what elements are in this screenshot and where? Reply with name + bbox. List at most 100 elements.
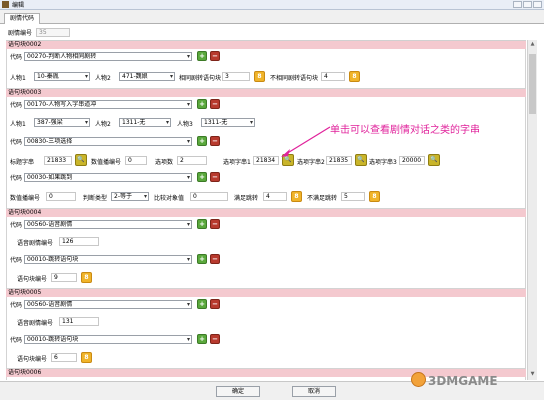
code-block: 代码 00270-判断人物相同剧转 + − 人物1 10-秦胤 人物2 471-… bbox=[6, 49, 526, 89]
var-label: 数值播编号 bbox=[91, 159, 122, 166]
link-icon[interactable]: 8 bbox=[81, 352, 92, 363]
char2-label: 人物2 bbox=[95, 75, 111, 82]
block-header: 语句块0005 bbox=[6, 289, 526, 297]
annotation-arrow bbox=[281, 126, 331, 157]
add-icon[interactable]: + bbox=[197, 51, 207, 61]
option3-label: 选项字串3 bbox=[369, 159, 397, 166]
char2-select[interactable]: 471-魏娘 bbox=[119, 72, 175, 81]
delete-icon[interactable]: − bbox=[210, 172, 220, 182]
option-count-label: 选项数 bbox=[155, 159, 174, 166]
scroll-up-icon[interactable]: ▲ bbox=[529, 41, 536, 48]
delete-icon[interactable]: − bbox=[210, 136, 220, 146]
add-icon[interactable]: + bbox=[197, 136, 207, 146]
compare-value-input[interactable]: 0 bbox=[190, 192, 228, 201]
code-select[interactable]: 00560-语音剧情 bbox=[24, 220, 192, 229]
same-jump-input[interactable]: 3 bbox=[222, 72, 250, 81]
code-label: 代码 bbox=[10, 222, 23, 229]
notmeet-jump-label: 不满足跳转 bbox=[307, 195, 338, 202]
delete-icon[interactable]: − bbox=[210, 219, 220, 229]
add-icon[interactable]: + bbox=[197, 299, 207, 309]
option-count-input[interactable]: 2 bbox=[177, 156, 207, 165]
add-icon[interactable]: + bbox=[197, 172, 207, 182]
plot-id-field: 剧情编号 35 bbox=[8, 28, 71, 37]
code-select[interactable]: 00010-跳转语句块 bbox=[24, 255, 192, 264]
maximize-button[interactable] bbox=[523, 1, 532, 8]
add-icon[interactable]: + bbox=[197, 99, 207, 109]
link-icon[interactable]: 8 bbox=[254, 71, 265, 82]
link-icon[interactable]: 8 bbox=[291, 191, 302, 202]
delete-icon[interactable]: − bbox=[210, 334, 220, 344]
char2-label: 人物2 bbox=[95, 121, 111, 128]
vertical-scrollbar[interactable]: ▲ ▼ bbox=[527, 40, 537, 380]
code-select[interactable]: 00170-人物写入字串道冲 bbox=[24, 100, 192, 109]
arrow-line bbox=[285, 126, 331, 155]
delete-icon[interactable]: − bbox=[210, 51, 220, 61]
code-select[interactable]: 00010-跳转语句块 bbox=[24, 335, 192, 344]
arrow-head bbox=[281, 149, 290, 157]
cancel-button[interactable]: 取消 bbox=[292, 386, 336, 397]
window-titlebar: 编辑 bbox=[0, 0, 544, 10]
option1-label: 选项字串1 bbox=[223, 159, 251, 166]
minimize-button[interactable] bbox=[513, 1, 522, 8]
option3-input[interactable]: 20000 bbox=[399, 156, 425, 165]
link-icon[interactable]: 8 bbox=[369, 191, 380, 202]
var-input[interactable]: 0 bbox=[46, 192, 76, 201]
voice-id-input[interactable]: 126 bbox=[59, 237, 99, 246]
block-header: 语句块0003 bbox=[6, 89, 526, 97]
lookup-icon[interactable]: 🔍 bbox=[355, 154, 367, 166]
char1-select[interactable]: 387-强梁 bbox=[34, 118, 90, 127]
code-select[interactable]: 00030-如果跳到 bbox=[24, 173, 192, 182]
code-block: 代码 00560-语音剧情 + − 语音剧情编号 126 代码 00010-跳转… bbox=[6, 217, 526, 289]
var-label: 数值播编号 bbox=[10, 195, 41, 202]
window-controls bbox=[513, 1, 544, 8]
judge-type-select[interactable]: 2-等于 bbox=[111, 192, 149, 201]
app-icon bbox=[2, 1, 9, 8]
char1-select[interactable]: 10-秦胤 bbox=[34, 72, 90, 81]
tab-plot-code[interactable]: 剧情代码 bbox=[4, 13, 41, 24]
voice-id-label: 语音剧情编号 bbox=[17, 320, 54, 327]
var-input[interactable]: 0 bbox=[125, 156, 147, 165]
judge-type-label: 判断类型 bbox=[83, 195, 108, 202]
link-icon[interactable]: 8 bbox=[81, 272, 92, 283]
code-select[interactable]: 00560-语音剧情 bbox=[24, 300, 192, 309]
code-block: 代码 00170-人物写入字串道冲 + − 人物1 387-强梁 人物2 131… bbox=[6, 97, 526, 209]
delete-icon[interactable]: − bbox=[210, 99, 220, 109]
jump-block-input[interactable]: 6 bbox=[51, 353, 77, 362]
code-select[interactable]: 00830-三项选择 bbox=[24, 137, 192, 146]
title-string-input[interactable]: 21833 bbox=[44, 156, 72, 165]
block-header: 语句块0004 bbox=[6, 209, 526, 217]
delete-icon[interactable]: − bbox=[210, 254, 220, 264]
same-jump-label: 相同剧转语句块 bbox=[179, 75, 222, 82]
link-icon[interactable]: 8 bbox=[349, 71, 360, 82]
meet-jump-input[interactable]: 4 bbox=[263, 192, 287, 201]
code-block-list[interactable]: 语句块0002 代码 00270-判断人物相同剧转 + − 人物1 10-秦胤 … bbox=[6, 40, 526, 380]
lookup-icon[interactable]: 🔍 bbox=[428, 154, 440, 166]
code-select[interactable]: 00270-判断人物相同剧转 bbox=[24, 52, 192, 61]
char1-label: 人物1 bbox=[10, 75, 26, 82]
add-icon[interactable]: + bbox=[197, 334, 207, 344]
delete-icon[interactable]: − bbox=[210, 299, 220, 309]
scroll-down-icon[interactable]: ▼ bbox=[529, 371, 536, 378]
lookup-icon[interactable]: 🔍 bbox=[75, 154, 87, 166]
code-label: 代码 bbox=[10, 54, 23, 61]
voice-id-input[interactable]: 131 bbox=[59, 317, 99, 326]
notsame-jump-label: 不相同剧转语句块 bbox=[270, 75, 319, 82]
add-icon[interactable]: + bbox=[197, 219, 207, 229]
ok-button[interactable]: 确定 bbox=[216, 386, 260, 397]
code-block: 代码 00560-语音剧情 + − 语音剧情编号 131 代码 00010-跳转… bbox=[6, 297, 526, 369]
jump-block-input[interactable]: 9 bbox=[51, 273, 77, 282]
notsame-jump-input[interactable]: 4 bbox=[321, 72, 345, 81]
code-label: 代码 bbox=[10, 302, 23, 309]
notmeet-jump-input[interactable]: 5 bbox=[341, 192, 365, 201]
voice-id-label: 语音剧情编号 bbox=[17, 240, 54, 247]
meet-jump-label: 满足跳转 bbox=[234, 195, 259, 202]
block-header: 语句块0002 bbox=[6, 41, 526, 49]
scroll-thumb[interactable] bbox=[529, 54, 536, 114]
char2-select[interactable]: 1311-无 bbox=[119, 118, 171, 127]
close-button[interactable] bbox=[533, 1, 542, 8]
jump-block-label: 语句块编号 bbox=[17, 356, 48, 363]
add-icon[interactable]: + bbox=[197, 254, 207, 264]
option1-input[interactable]: 21834 bbox=[253, 156, 279, 165]
char3-select[interactable]: 1311-无 bbox=[201, 118, 255, 127]
plot-id-value[interactable]: 35 bbox=[36, 28, 71, 37]
